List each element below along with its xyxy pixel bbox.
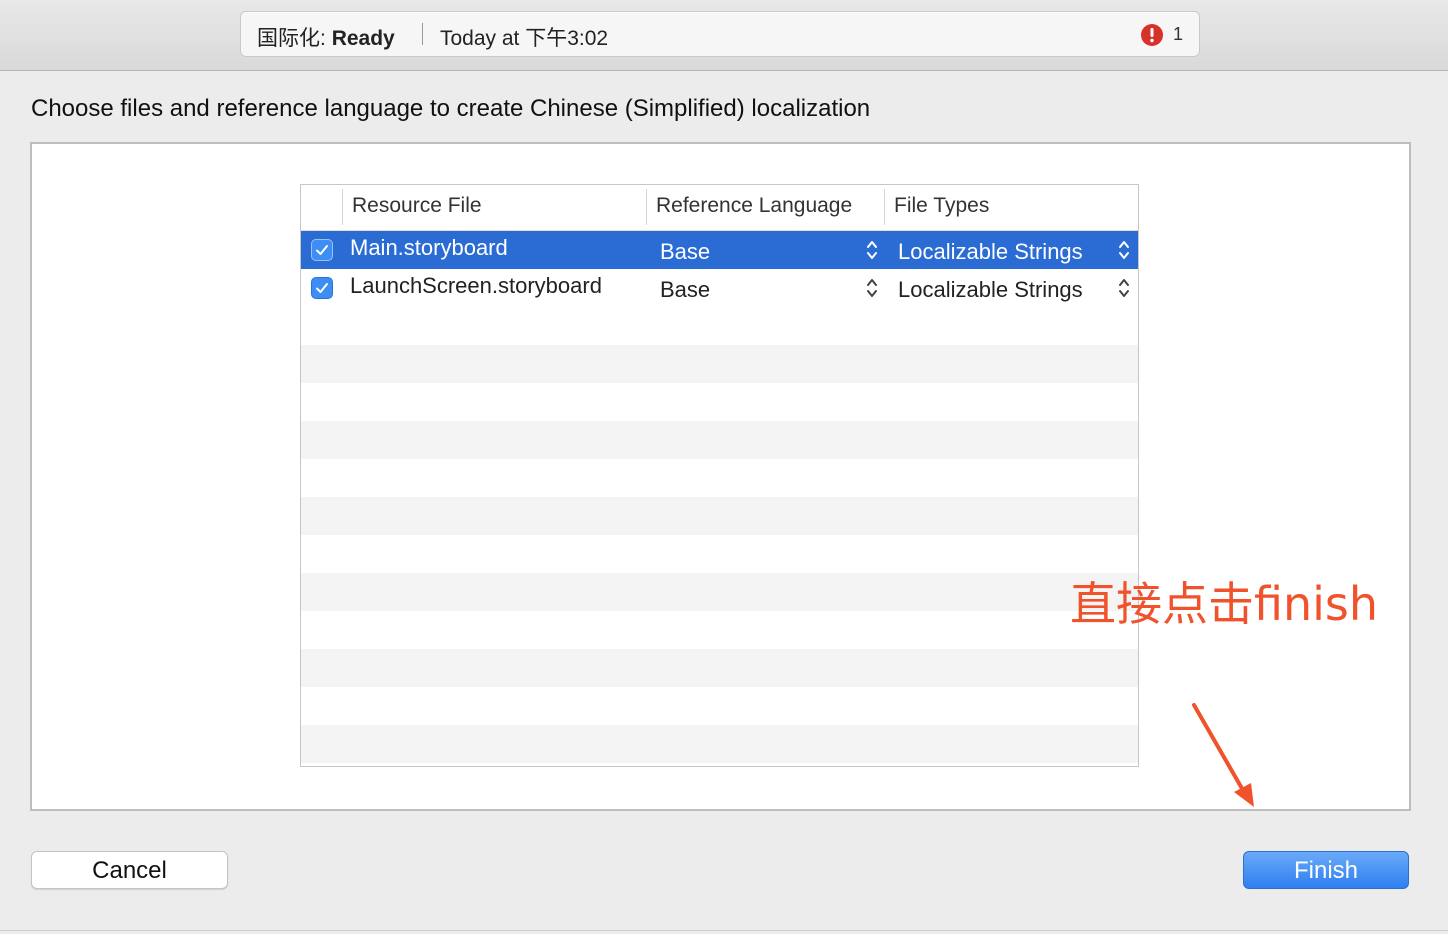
empty-row [301,383,1138,421]
empty-row [301,345,1138,383]
build-timestamp: Today at 下午3:02 [440,27,609,50]
up-down-chevron-icon[interactable] [1117,277,1131,299]
reference-language-select[interactable]: Base [660,239,710,265]
include-checkbox[interactable] [311,277,333,299]
scheme-name: 国际化: [257,27,326,50]
include-checkbox[interactable] [311,239,333,261]
empty-row [301,687,1138,725]
empty-row [301,307,1138,345]
empty-row [301,459,1138,497]
activity-viewer[interactable]: 国际化: Ready Today at 下午3:02 1 [240,11,1200,57]
annotation-arrow [1192,703,1254,807]
error-count[interactable]: 1 [1173,24,1183,45]
column-header-reference-language[interactable]: Reference Language [656,194,852,218]
exclamation-circle-icon[interactable] [1140,23,1164,47]
up-down-chevron-icon[interactable] [1117,239,1131,261]
table-row[interactable]: LaunchScreen.storyboard Base Localizable… [301,269,1138,307]
empty-row [301,573,1138,611]
column-divider [884,189,885,225]
column-header-file-types[interactable]: File Types [894,194,989,218]
up-down-chevron-icon[interactable] [865,239,879,261]
empty-row [301,535,1138,573]
resource-file-name: LaunchScreen.storyboard [350,273,602,298]
cancel-button[interactable]: Cancel [31,851,228,889]
file-type-select[interactable]: Localizable Strings [898,277,1083,303]
build-status: Ready [331,27,395,50]
finish-button[interactable]: Finish [1243,851,1409,889]
empty-row [301,649,1138,687]
column-header-resource-file[interactable]: Resource File [352,194,482,218]
empty-row [301,497,1138,535]
up-down-chevron-icon[interactable] [865,277,879,299]
empty-row [301,611,1138,649]
checkmark-icon [316,283,328,293]
resource-file-name: Main.storyboard [350,235,508,260]
empty-row [301,725,1138,763]
resource-table: Resource File Reference Language File Ty… [300,184,1139,767]
activity-separator [422,23,423,45]
window-toolbar: 国际化: Ready Today at 下午3:02 1 [0,0,1448,71]
column-divider [342,189,343,225]
reference-language-select[interactable]: Base [660,277,710,303]
window-bottom-edge [0,930,1448,931]
column-divider [646,189,647,225]
dialog-heading: Choose files and reference language to c… [31,95,871,122]
empty-row [301,421,1138,459]
table-row[interactable]: Main.storyboard Base Localizable Strings [301,231,1138,269]
annotation-text: 直接点击finish [1070,577,1379,631]
file-type-select[interactable]: Localizable Strings [898,239,1083,265]
checkmark-icon [316,245,328,255]
table-header: Resource File Reference Language File Ty… [301,185,1138,231]
scheme-status: 国际化: Ready [257,22,395,52]
